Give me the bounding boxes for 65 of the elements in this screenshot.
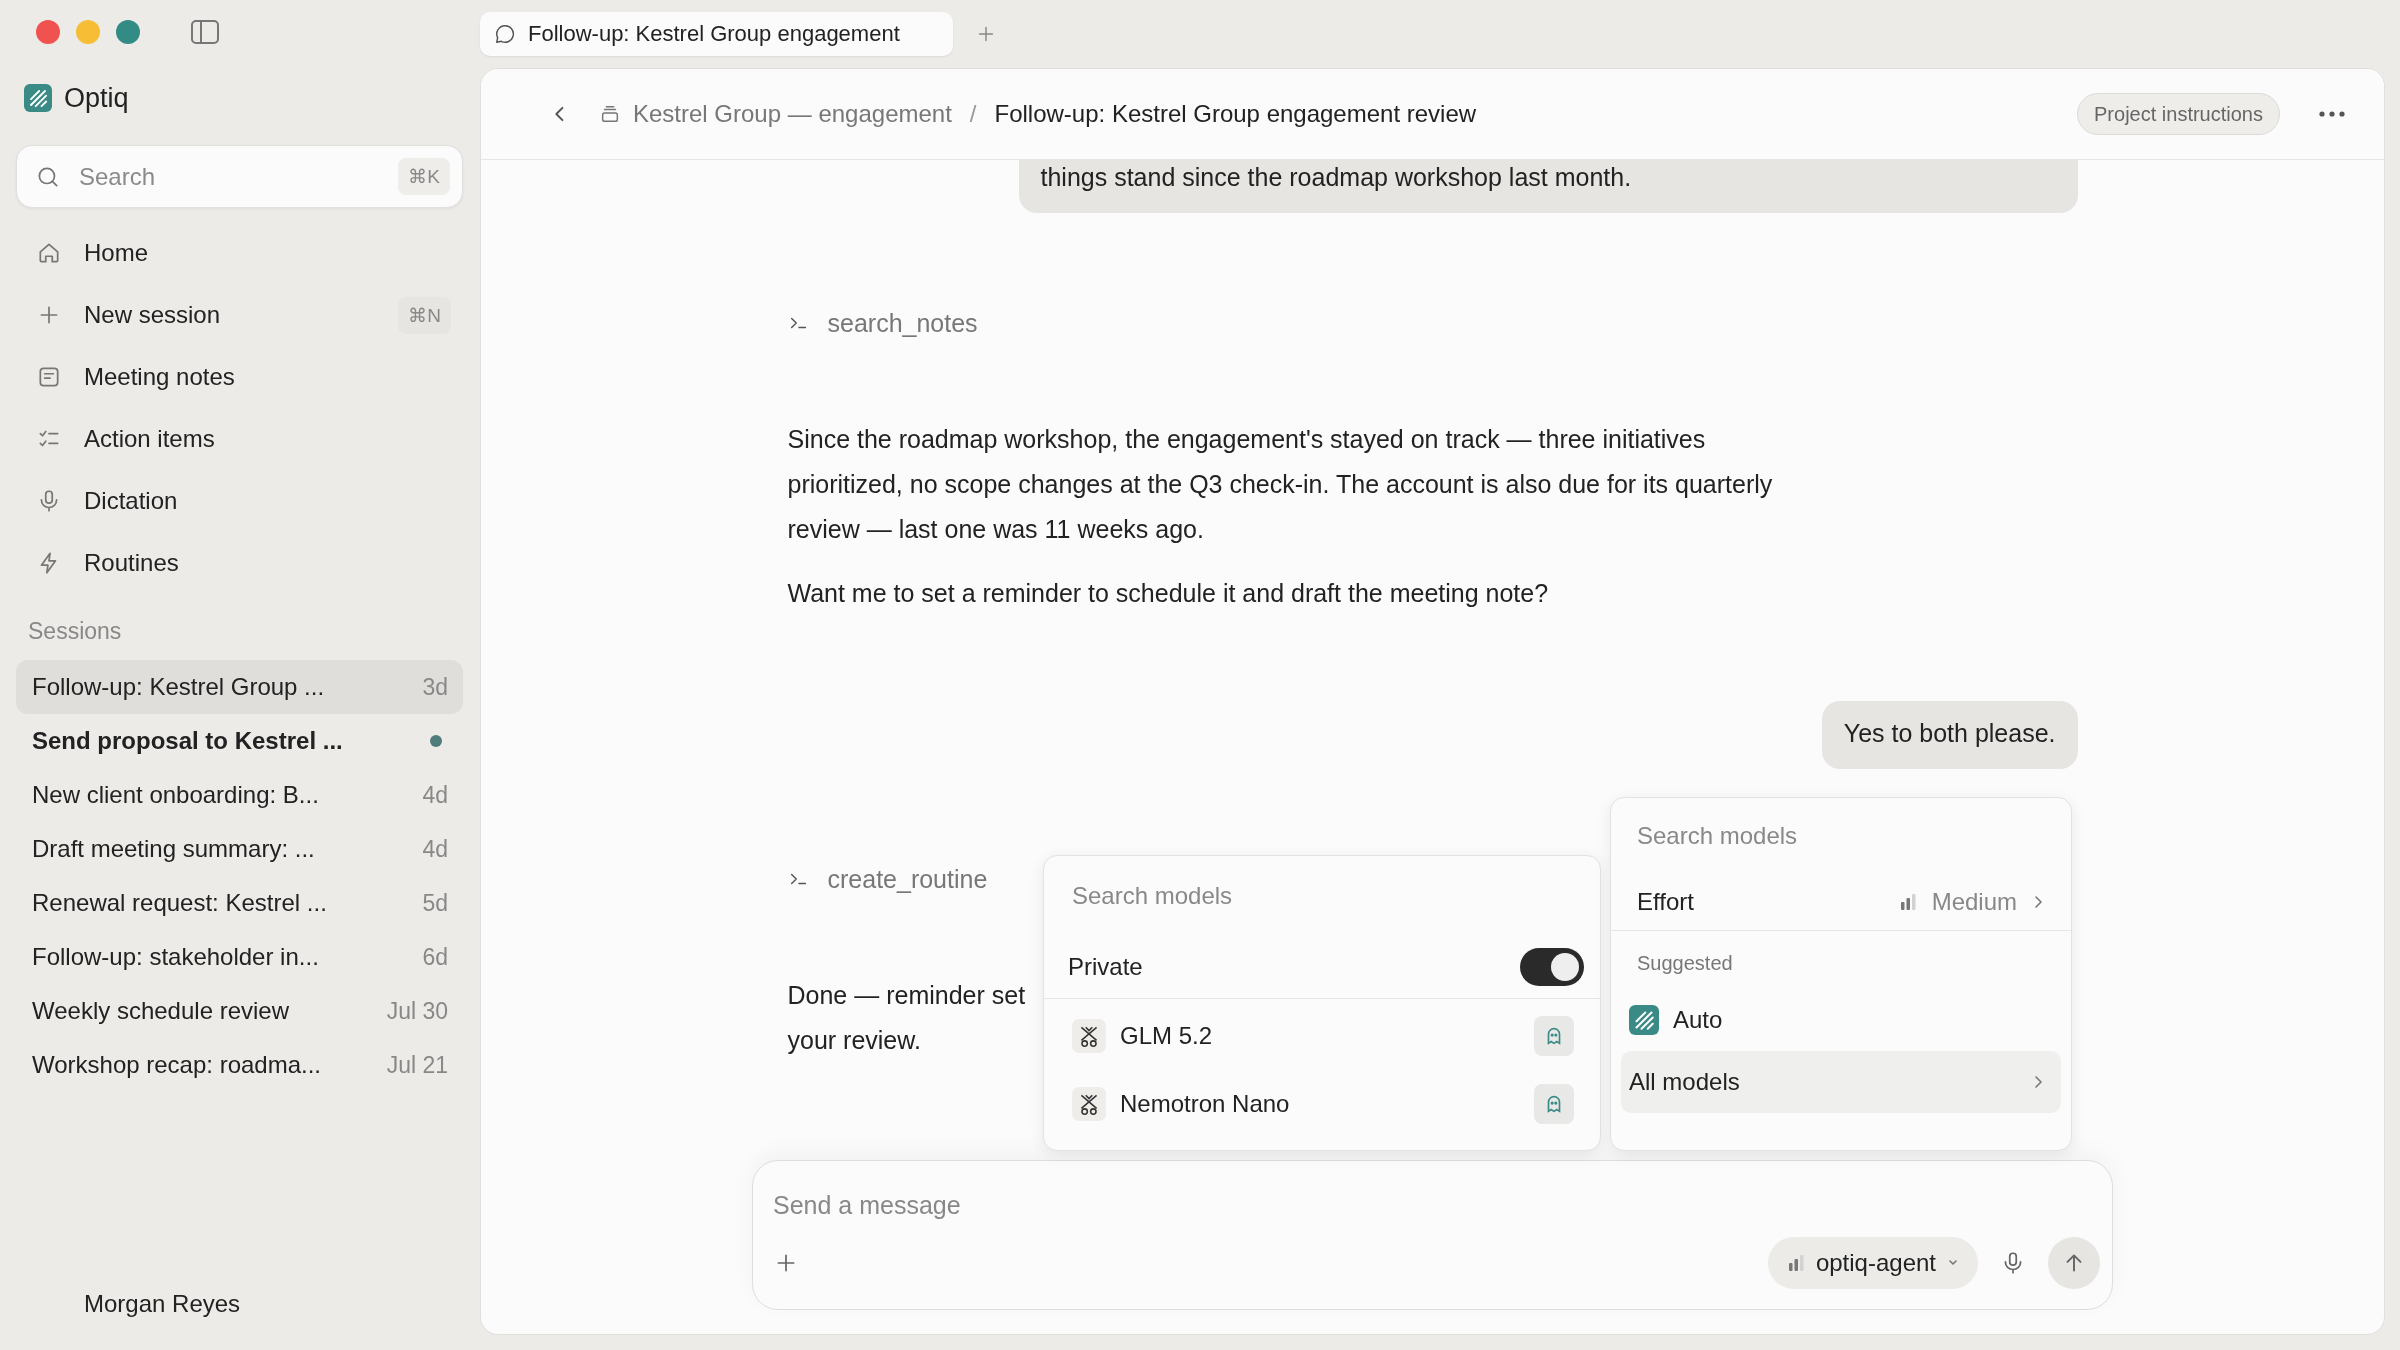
session-item[interactable]: Follow-up: Kestrel Group ... 3d <box>16 660 463 714</box>
session-item[interactable]: Workshop recap: roadma... Jul 21 <box>16 1038 463 1092</box>
stack-icon <box>599 103 621 125</box>
menu-label: Private <box>1068 953 1144 981</box>
search-input[interactable]: Search <box>77 161 383 192</box>
section-heading: Suggested <box>1636 951 1734 976</box>
message-text: Yes to both please. <box>1843 718 2056 749</box>
nav-item[interactable]: Dictation <box>16 470 463 532</box>
session-item[interactable]: New client onboarding: B... 4d <box>16 768 463 822</box>
menu-item[interactable]: Auto <box>1621 989 2061 1051</box>
nav-item[interactable]: Action items <box>16 408 463 470</box>
session-item[interactable]: Send proposal to Kestrel ... <box>16 714 463 768</box>
tool-call[interactable]: create_routine <box>827 864 988 894</box>
session-time: 5d <box>422 889 448 917</box>
message-text: Want me to set a reminder to schedule it and draft the meeting note? <box>787 578 1550 609</box>
sidebar-toggle-icon[interactable] <box>190 19 220 45</box>
page-title: Follow-up: Kestrel Group engagement review <box>994 100 1477 128</box>
model-icon <box>1072 1019 1106 1053</box>
session-item[interactable]: Draft meeting summary: ... 4d <box>16 822 463 876</box>
send-button[interactable] <box>2048 1237 2100 1289</box>
shortcut-hint: ⌘K <box>398 158 450 195</box>
message-text: your review. <box>787 1026 921 1054</box>
user-name[interactable]: Morgan Reyes <box>16 1290 463 1318</box>
logo-icon <box>24 84 52 112</box>
model-selector[interactable]: optiq-agent <box>1767 1237 1978 1289</box>
app-name: Optiq <box>64 82 129 114</box>
nav-item[interactable]: Home <box>16 222 463 284</box>
session-time: Jul 21 <box>386 1051 448 1079</box>
project-instructions-button[interactable]: Project instructions <box>2077 93 2280 135</box>
toggle-switch[interactable] <box>1520 948 1584 986</box>
message-composer[interactable]: Send a message optiq-agent <box>752 1160 2113 1310</box>
menu-item[interactable]: Effort Medium <box>1621 874 2061 930</box>
menu-item[interactable]: GLM 5.2 <box>1060 1002 1584 1070</box>
message-text: Done — reminder set <box>787 981 1026 1009</box>
breadcrumb-separator: / <box>969 100 977 128</box>
message-text: Since the roadmap workshop, the engagement's stayed on track — three initiatives prioritized, no scope changes at the Q3 check-in. The account is also due for its quarterly review — last one was 11 weeks ago. <box>787 424 1774 545</box>
close-button[interactable] <box>36 20 60 44</box>
session-item[interactable]: Follow-up: stakeholder in... 6d <box>16 930 463 984</box>
more-icon[interactable] <box>2318 110 2346 118</box>
tool-call[interactable]: search_notes <box>827 308 978 338</box>
breadcrumb-link[interactable]: Kestrel Group — engagement <box>633 100 952 128</box>
session-item[interactable]: Renewal request: Kestrel ... 5d <box>16 876 463 930</box>
nav-item[interactable]: Routines <box>16 532 463 594</box>
message-input[interactable]: Send a message <box>773 1177 2100 1233</box>
session-time: 6d <box>422 943 448 971</box>
session-time: 4d <box>422 835 448 863</box>
session-item[interactable]: Weekly schedule review Jul 30 <box>16 984 463 1038</box>
nav-item[interactable]: Meeting notes <box>16 346 463 408</box>
menu-item[interactable]: All models <box>1621 1051 2061 1113</box>
menu-item[interactable]: Nemotron Nano <box>1060 1070 1584 1138</box>
message-text: things stand since the roadmap workshop last month. <box>1040 162 1633 193</box>
zoom-button[interactable] <box>116 20 140 44</box>
chat-bubble-icon <box>494 23 516 45</box>
note-icon <box>36 364 62 390</box>
ghost-icon <box>1534 1084 1574 1124</box>
section-heading: Sessions <box>27 617 123 646</box>
nav-item[interactable]: New session ⌘N <box>16 284 463 346</box>
session-time: Jul 30 <box>386 997 448 1025</box>
logo-icon <box>1629 1005 1659 1035</box>
session-time: 4d <box>422 781 448 809</box>
tab[interactable]: Follow-up: Kestrel Group engagement <box>480 12 953 56</box>
model-icon <box>1072 1087 1106 1121</box>
shortcut-hint: ⌘N <box>398 296 451 334</box>
session-time: 3d <box>422 673 448 701</box>
ghost-icon <box>1534 1016 1574 1056</box>
